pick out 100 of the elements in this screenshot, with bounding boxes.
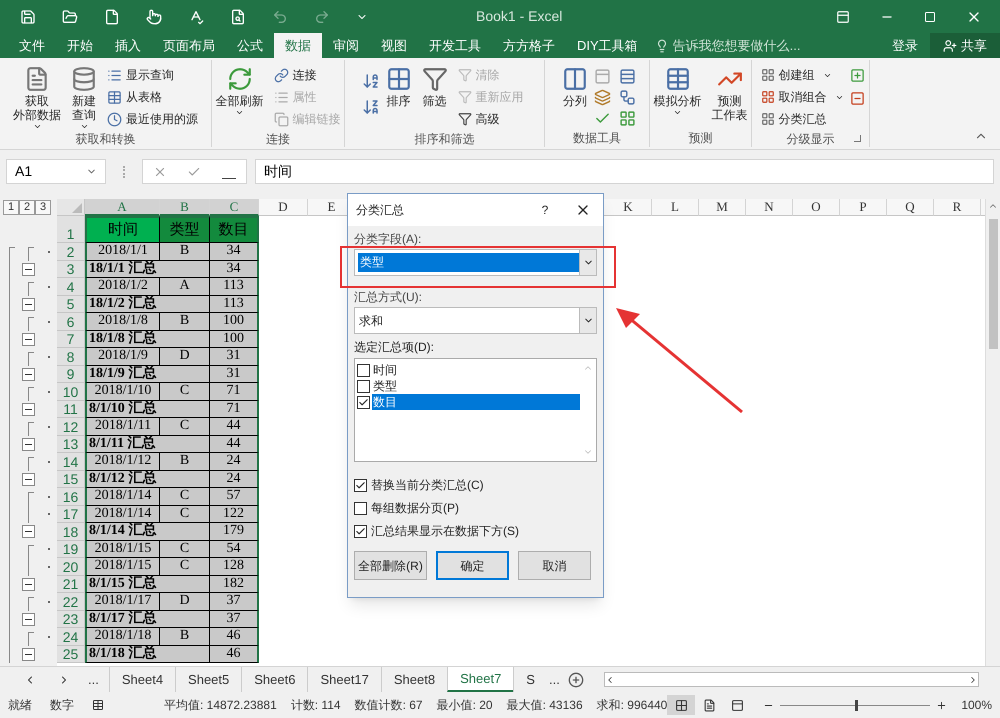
row-header[interactable]: 8 [57, 348, 85, 366]
row-header[interactable]: 4 [57, 278, 85, 296]
table-cell[interactable]: 31 [210, 348, 259, 366]
row-header[interactable]: 2 [57, 243, 85, 260]
table-cell[interactable]: 8/1/18 汇总 [85, 646, 210, 663]
table-cell[interactable]: A [160, 278, 210, 296]
row-header[interactable]: 6 [57, 313, 85, 330]
table-cell[interactable]: 18/1/1 汇总 [85, 260, 210, 278]
category-field-dropdown[interactable]: 类型 [354, 249, 597, 276]
table-cell[interactable]: 100 [210, 313, 259, 330]
ribbon-small-button[interactable]: 最近使用的源 [103, 108, 202, 130]
row-header[interactable]: 1 [57, 216, 85, 243]
subtotal-items-list[interactable]: 时间 类型 数目 [354, 358, 597, 462]
table-cell[interactable]: 2018/1/14 [85, 506, 160, 523]
checkbox[interactable] [354, 478, 367, 492]
table-cell[interactable]: 44 [210, 436, 259, 453]
ribbon-tab[interactable]: 方方格子 [492, 33, 566, 58]
row-header[interactable]: 12 [57, 418, 85, 436]
row-header[interactable]: 25 [57, 646, 85, 663]
row-header[interactable]: 15 [57, 470, 85, 488]
collapse-button[interactable] [22, 612, 35, 626]
ribbon-tab[interactable]: 数据 [274, 33, 322, 58]
ribbon-large-button[interactable]: 获取 外部数据 [9, 64, 65, 131]
table-cell[interactable]: 122 [210, 506, 259, 523]
table-cell[interactable]: 2018/1/10 [85, 383, 160, 400]
outline-level-button[interactable]: 1 [3, 200, 19, 215]
ribbon-tab[interactable]: DIY工具箱 [566, 33, 649, 58]
ribbon-tab[interactable]: 视图 [370, 33, 418, 58]
outline-level-button[interactable]: 3 [35, 200, 51, 215]
column-header[interactable]: D [259, 199, 308, 216]
list-item[interactable]: 时间 [372, 362, 580, 378]
collapse-button[interactable] [22, 438, 35, 451]
row-header[interactable]: 16 [57, 488, 85, 506]
table-cell[interactable]: B [160, 453, 210, 470]
ribbon-tab[interactable]: 文件 [8, 33, 56, 58]
ribbon-large-button[interactable]: 预测 工作表 [708, 64, 752, 122]
table-cell[interactable]: 37 [210, 610, 259, 628]
option-label[interactable]: 每组数据分页(P) [371, 499, 459, 517]
table-cell[interactable]: 179 [210, 523, 259, 540]
folder-icon[interactable] [62, 8, 78, 24]
save-icon[interactable] [20, 8, 36, 24]
row-header[interactable]: 23 [57, 610, 85, 628]
ribbon-small-button[interactable]: 创建组 [756, 64, 848, 86]
ribbon-small-button[interactable]: 显示查询 [103, 64, 202, 86]
checkbox[interactable] [354, 502, 367, 514]
column-header[interactable]: R [934, 199, 981, 216]
zoom-in-icon[interactable] [936, 700, 948, 710]
add-sheet-icon[interactable] [568, 672, 584, 688]
row-header[interactable]: 9 [57, 366, 85, 383]
table-cell[interactable]: 71 [210, 400, 259, 418]
ribbon-large-button[interactable]: 模拟分析 [650, 64, 706, 117]
table-cell[interactable]: 182 [210, 576, 259, 593]
ribbon-small-button[interactable]: 取消组合 [756, 86, 848, 108]
option-label[interactable]: 替换当前分类汇总(C) [371, 476, 484, 494]
row-header[interactable]: 21 [57, 576, 85, 593]
table-cell[interactable]: 113 [210, 296, 259, 313]
collapse-button[interactable] [22, 332, 35, 346]
table-cell[interactable]: 2018/1/9 [85, 348, 160, 366]
formula-field[interactable]: 时间 [255, 159, 994, 184]
table-cell[interactable]: C [160, 506, 210, 523]
sort-ascending-icon[interactable] [362, 72, 380, 90]
sheet-tab[interactable]: Sheet7 [447, 667, 514, 692]
row-header[interactable]: 10 [57, 383, 85, 400]
tell-me-field[interactable]: 告诉我您想要做什么... [672, 36, 853, 56]
drag-handle-icon[interactable] [123, 166, 125, 178]
table-cell[interactable]: 18/1/8 汇总 [85, 330, 210, 348]
ribbon-small-button[interactable]: 从表格 [103, 86, 202, 108]
row-header[interactable]: 24 [57, 628, 85, 646]
column-header[interactable]: L [652, 199, 699, 216]
table-cell[interactable]: 57 [210, 488, 259, 506]
row-header[interactable]: 7 [57, 330, 85, 348]
sign-in-link[interactable]: 登录 [880, 33, 930, 58]
touch-mode-icon[interactable] [146, 8, 162, 24]
ribbon-tab[interactable]: 插入 [104, 33, 152, 58]
column-header[interactable]: P [840, 199, 887, 216]
table-cell[interactable]: C [160, 383, 210, 400]
macro-icon[interactable] [92, 699, 104, 711]
table-cell[interactable]: 2018/1/15 [85, 540, 160, 558]
table-cell[interactable]: C [160, 488, 210, 506]
row-header[interactable]: 5 [57, 296, 85, 313]
table-cell[interactable]: 46 [210, 646, 259, 663]
relationships-icon[interactable] [619, 89, 636, 106]
column-header[interactable]: K [605, 199, 652, 216]
new-file-icon[interactable] [104, 8, 120, 24]
table-cell[interactable]: 37 [210, 593, 259, 610]
sort-descending-icon[interactable] [362, 98, 380, 116]
collapse-button[interactable] [22, 525, 35, 538]
list-item[interactable]: 数目 [372, 394, 580, 410]
hide-detail-icon[interactable] [850, 91, 864, 106]
table-cell[interactable]: 18/1/9 汇总 [85, 366, 210, 383]
column-header[interactable]: Q [887, 199, 934, 216]
header-cell[interactable]: 时间 [85, 216, 160, 243]
horizontal-scrollbar[interactable] [604, 672, 979, 687]
ribbon-tab[interactable]: 开发工具 [418, 33, 492, 58]
table-cell[interactable]: 46 [210, 628, 259, 646]
checkbox[interactable] [357, 380, 370, 392]
column-header[interactable]: A [85, 199, 160, 216]
ribbon-large-button[interactable]: 排序 [382, 64, 416, 108]
row-header[interactable]: 11 [57, 400, 85, 418]
outline-level-button[interactable]: 2 [19, 200, 35, 215]
